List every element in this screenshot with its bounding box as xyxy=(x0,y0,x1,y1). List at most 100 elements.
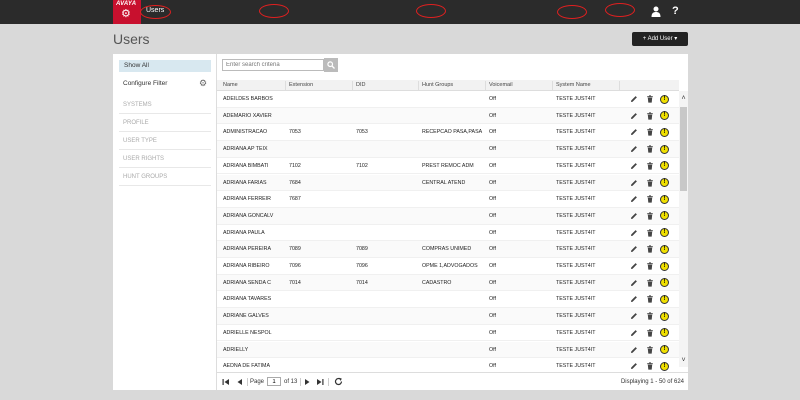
trash-icon[interactable] xyxy=(646,128,654,136)
warning-icon[interactable]: ! xyxy=(660,244,669,254)
sidebar-item-hunt-groups[interactable]: HUNT GROUPS xyxy=(119,168,211,186)
warning-icon[interactable]: ! xyxy=(660,94,669,104)
table-row[interactable]: ADRIANA TAVARES Off TESTE JUST4IT! xyxy=(217,291,679,309)
sidebar-item-user-type[interactable]: USER TYPE xyxy=(119,132,211,150)
trash-icon[interactable] xyxy=(646,279,654,287)
warning-icon[interactable]: ! xyxy=(660,328,669,338)
trash-icon[interactable] xyxy=(646,195,654,203)
pencil-icon[interactable] xyxy=(630,362,638,370)
pencil-icon[interactable] xyxy=(630,128,638,136)
cell-name: ADRIANA GONCALV xyxy=(223,212,274,219)
cell-system-name: TESTE JUST4IT xyxy=(556,179,596,186)
show-all-filter[interactable]: Show All xyxy=(119,60,211,72)
warning-icon[interactable]: ! xyxy=(660,161,669,171)
search-input[interactable] xyxy=(222,59,324,71)
table-row[interactable]: ADRIANA SENDA C 7014 7014 CADASTRO Off TESTE … xyxy=(217,274,679,292)
scrollbar-thumb[interactable] xyxy=(680,107,687,191)
refresh-icon[interactable] xyxy=(334,377,343,386)
table-row[interactable]: ADMINISTRACAO 7053 7053 RECEPCAO PASA,PASA O… xyxy=(217,124,679,142)
user-profile-icon[interactable] xyxy=(651,6,661,17)
gear-icon[interactable]: ⚙ xyxy=(199,78,207,88)
warning-icon[interactable]: ! xyxy=(660,345,669,354)
table-row[interactable]: ADEMARIO XAVIER Off TESTE JUST4IT! xyxy=(217,107,679,125)
pencil-icon[interactable] xyxy=(630,312,638,320)
column-header-extension[interactable]: Extension xyxy=(289,80,313,91)
warning-icon[interactable]: ! xyxy=(660,144,669,154)
pencil-icon[interactable] xyxy=(630,195,638,203)
warning-icon[interactable]: ! xyxy=(660,211,669,221)
trash-icon[interactable] xyxy=(646,262,654,270)
trash-icon[interactable] xyxy=(646,245,654,253)
table-row[interactable]: ADEILDES BARBOS Off TESTE JUST4IT! xyxy=(217,91,679,108)
trash-icon[interactable] xyxy=(646,295,654,303)
pencil-icon[interactable] xyxy=(630,346,638,354)
column-header-hunt-groups[interactable]: Hunt Groups xyxy=(422,80,453,91)
previous-page-icon[interactable] xyxy=(236,378,243,386)
help-icon[interactable]: ? xyxy=(672,5,679,17)
column-header-did[interactable]: DID xyxy=(356,80,365,91)
trash-icon[interactable] xyxy=(646,112,654,120)
warning-icon[interactable]: ! xyxy=(660,178,669,187)
table-row[interactable]: ADRIANA AP TEIX Off TESTE JUST4IT! xyxy=(217,141,679,158)
warning-icon[interactable]: ! xyxy=(660,294,669,304)
warning-icon[interactable]: ! xyxy=(660,261,669,271)
trash-icon[interactable] xyxy=(646,362,654,370)
add-user-button[interactable]: + Add User ▾ xyxy=(632,32,688,46)
pencil-icon[interactable] xyxy=(630,295,638,303)
pencil-icon[interactable] xyxy=(630,245,638,253)
pencil-icon[interactable] xyxy=(630,229,638,237)
warning-icon[interactable]: ! xyxy=(660,111,669,121)
warning-icon[interactable]: ! xyxy=(660,228,669,238)
pencil-icon[interactable] xyxy=(630,279,638,287)
trash-icon[interactable] xyxy=(646,345,654,354)
pencil-icon[interactable] xyxy=(630,162,638,170)
table-row[interactable]: ADRIANA PEREIRA 7089 7089 COMPRAS UNIMED Off… xyxy=(217,241,679,258)
table-row[interactable]: ADRIELLY Off TESTE JUST4IT! xyxy=(217,341,679,359)
sidebar-item-user-rights[interactable]: USER RIGHTS xyxy=(119,150,211,168)
trash-icon[interactable] xyxy=(646,162,654,170)
next-page-icon[interactable] xyxy=(304,378,311,386)
pencil-icon[interactable] xyxy=(630,112,638,120)
vertical-scrollbar[interactable]: ˄ ˅ xyxy=(679,91,688,367)
trash-icon[interactable] xyxy=(646,145,654,153)
table-row[interactable]: ADRIANA GONCALV Off TESTE JUST4IT! xyxy=(217,207,679,225)
column-header-voicemail[interactable]: Voicemail xyxy=(489,80,513,91)
column-header-system-name[interactable]: System Name xyxy=(556,80,591,91)
table-row[interactable]: ADRIELLE NESPOL Off TESTE JUST4IT! xyxy=(217,325,679,342)
first-page-icon[interactable] xyxy=(222,378,230,386)
pencil-icon[interactable] xyxy=(630,262,638,270)
table-row[interactable]: ADRIANA BIMBATI 7102 7102 PREST REMOC ADM Of… xyxy=(217,158,679,175)
trash-icon[interactable] xyxy=(646,178,654,187)
trash-icon[interactable] xyxy=(646,312,654,320)
configure-filter-link[interactable]: Configure Filter xyxy=(123,80,167,87)
brand-wordmark: AVAYA xyxy=(116,1,137,7)
avaya-logo[interactable]: AVAYA ⚙ xyxy=(113,0,141,24)
chevron-up-icon[interactable]: ˄ xyxy=(680,95,687,102)
table-row[interactable]: ADRIANA PAULA Off TESTE JUST4IT! xyxy=(217,225,679,242)
pencil-icon[interactable] xyxy=(630,329,638,337)
sidebar-item-profile[interactable]: PROFILE xyxy=(119,114,211,132)
trash-icon[interactable] xyxy=(646,212,654,220)
table-row[interactable]: ADRIANE GALVES Off TESTE JUST4IT! xyxy=(217,308,679,325)
pencil-icon[interactable] xyxy=(630,95,638,103)
warning-icon[interactable]: ! xyxy=(660,311,669,321)
warning-icon[interactable]: ! xyxy=(660,194,669,204)
pencil-icon[interactable] xyxy=(630,145,638,153)
table-row[interactable]: ADRIANA FERREIR 7687 Off TESTE JUST4IT! xyxy=(217,191,679,208)
trash-icon[interactable] xyxy=(646,228,654,237)
warning-icon[interactable]: ! xyxy=(660,361,669,371)
trash-icon[interactable] xyxy=(646,95,654,103)
page-number-input[interactable] xyxy=(267,377,281,386)
table-row[interactable]: ADRIANA FARIAS 7684 CENTRAL ATEND Off TESTE … xyxy=(217,174,679,192)
pencil-icon[interactable] xyxy=(630,212,638,220)
search-button[interactable] xyxy=(324,58,338,72)
table-row[interactable]: ADRIANA RIBEIRO 7096 7096 OPME 1,ADVOGADOS O… xyxy=(217,258,679,275)
column-header-name[interactable]: Name xyxy=(223,80,238,91)
warning-icon[interactable]: ! xyxy=(660,127,669,137)
chevron-down-icon[interactable]: ˅ xyxy=(680,357,687,364)
last-page-icon[interactable] xyxy=(316,378,324,386)
pencil-icon[interactable] xyxy=(630,179,638,187)
trash-icon[interactable] xyxy=(646,329,654,337)
sidebar-item-systems[interactable]: SYSTEMS xyxy=(119,96,211,114)
warning-icon[interactable]: ! xyxy=(660,278,669,288)
